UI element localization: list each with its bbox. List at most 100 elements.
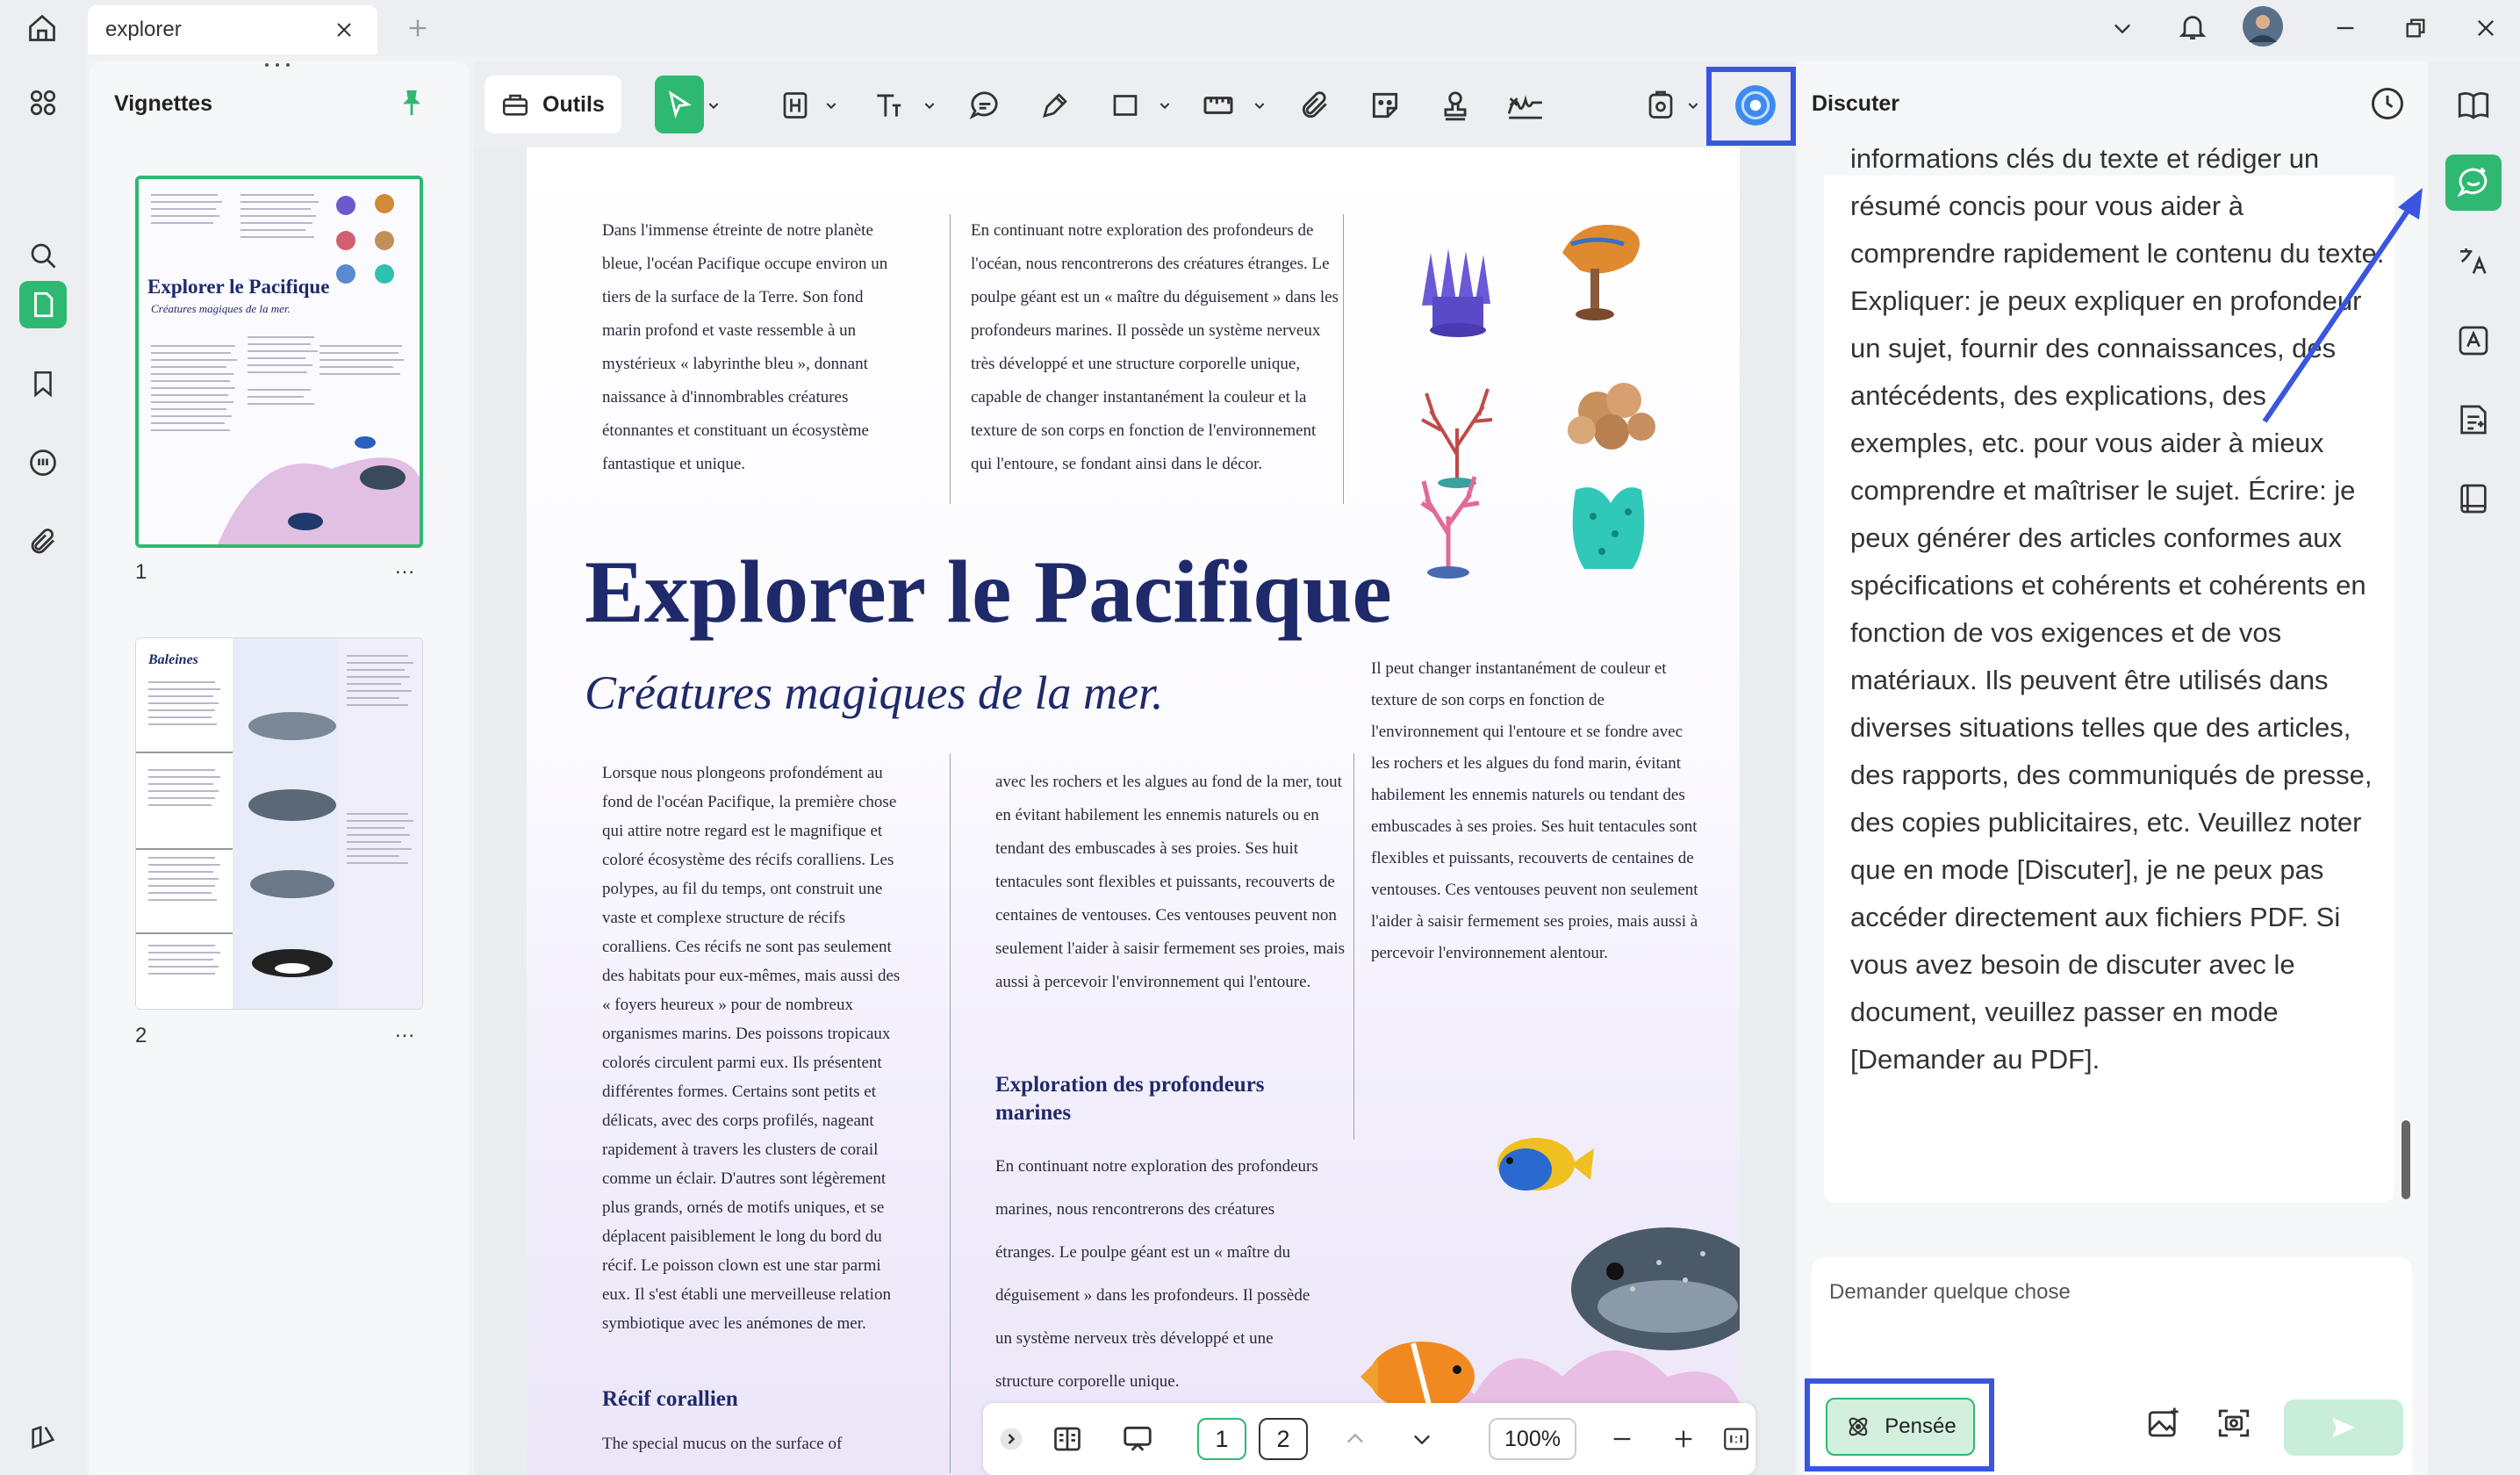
home-icon[interactable] [21,7,63,49]
thumb1-subtitle: Créatures magiques de la mer. [151,302,291,315]
page-navigation: 1 2 100% [983,1403,1755,1475]
tools-button[interactable]: Outils [485,76,621,133]
sticker-icon[interactable] [1359,81,1411,130]
heading-recif: Récif corallien [602,1387,738,1411]
recif-paragraph: The special mucus on the surface of [602,1435,843,1453]
screenshot-icon[interactable] [2215,1405,2252,1442]
think-button-highlight [1805,1378,1994,1471]
purple-anemone [1422,248,1490,337]
pen-icon[interactable] [1029,81,1081,130]
body-middle-paragraph: avec les rochers et les algues au fond d… [995,773,1346,991]
restore-icon[interactable] [2394,7,2437,49]
zoom-level[interactable]: 100% [1489,1418,1576,1460]
ai-assistant-highlight [1706,67,1796,146]
side-paragraph: Il peut changer instantanément de couleu… [1371,659,1698,962]
summary-icon[interactable] [2445,392,2502,448]
signature-icon[interactable] [1499,81,1552,130]
intro-left-paragraph: Dans l'immense étreinte de notre planète… [602,221,888,473]
thumbnails-title: Vignettes [114,91,213,116]
intro-right-paragraph: En continuant notre exploration des prof… [971,221,1339,473]
chevron-down-icon[interactable] [1248,81,1271,130]
chevron-down-icon[interactable] [820,81,843,130]
paperclip-icon[interactable] [1289,81,1341,130]
attachment-icon[interactable] [19,518,67,565]
brown-coral [1568,383,1655,450]
chat-ai-icon[interactable] [2445,155,2502,211]
puffer-fish [1571,1227,1740,1350]
image-icon[interactable] [2145,1405,2182,1442]
orange-coral [1562,225,1640,320]
teal-coral [1572,487,1645,569]
blue-yellow-fish [1497,1138,1594,1191]
document-subtitle: Créatures magiques de la mer. [585,666,1164,719]
close-icon[interactable] [323,9,365,51]
send-icon [2332,1417,2355,1438]
grammar-icon[interactable] [2445,313,2502,369]
book-icon[interactable] [2445,77,2502,133]
close-window-icon[interactable] [2465,7,2507,49]
rectangle-icon[interactable] [1099,81,1152,130]
heading-icon[interactable] [769,81,822,130]
thumb-page-number: 1 [135,560,147,584]
thumb1-title: Explorer le Pacifique [147,276,330,298]
translate-icon[interactable] [2445,234,2502,290]
column-divider [950,214,951,504]
select-arrow-icon[interactable] [655,76,704,133]
ruler-icon[interactable] [1192,81,1245,130]
collapse-nav-icon[interactable] [995,1418,1027,1460]
page-icon[interactable] [19,281,67,328]
annotation-arrow [2262,188,2423,423]
column-divider [1353,753,1354,1140]
presentation-icon[interactable] [1115,1418,1160,1460]
left-rail [0,56,86,1475]
chat-title: Discuter [1812,91,1900,116]
reader-icon[interactable] [2445,471,2502,527]
tab-label: explorer [105,18,182,41]
comment-icon[interactable] [19,439,67,486]
thumb-more-button[interactable]: ... [395,555,415,579]
text-icon[interactable] [862,81,915,130]
toolbox-icon [502,94,528,116]
chevron-down-icon[interactable] [2101,7,2143,49]
page-layout-icon[interactable] [1045,1418,1090,1460]
plus-icon[interactable] [397,7,439,49]
avatar[interactable] [2242,5,2284,47]
zoom-out-icon[interactable] [1601,1418,1643,1460]
thumb-more-button[interactable]: ... [395,1018,415,1043]
document-tab[interactable]: explorer [88,5,377,54]
grid-icon[interactable] [19,79,67,126]
stamp-icon[interactable] [1429,81,1482,130]
pink-coral [1420,476,1480,579]
thumbnail-page-2[interactable]: Baleines [135,637,423,1010]
page-1-button[interactable]: 1 [1197,1418,1246,1460]
thumbnail-panel: Vignettes Explorer le Pacifique Créature… [90,61,469,1475]
layers-icon[interactable] [19,1414,67,1461]
thumbnail-page-1[interactable]: Explorer le Pacifique Créatures magiques… [135,176,423,548]
chevron-down-icon[interactable] [702,81,725,130]
drag-handle[interactable] [262,61,293,68]
tools-label: Outils [542,91,605,117]
minimize-icon[interactable] [2324,7,2366,49]
column-divider [950,753,951,1473]
ocr-icon[interactable] [1634,81,1687,130]
chevron-down-icon[interactable] [918,81,941,130]
chevron-down-icon[interactable] [1682,81,1705,130]
chat-scrollbar[interactable] [2402,1120,2410,1199]
next-page-icon[interactable] [1401,1418,1443,1460]
red-sea-fan [1421,388,1493,488]
chevron-down-icon[interactable] [1153,81,1176,130]
page-2-button[interactable]: 2 [1259,1418,1308,1460]
bookmark-icon[interactable] [19,360,67,407]
send-button[interactable] [2284,1399,2403,1456]
pin-icon[interactable] [397,88,427,118]
thumb-page-number: 2 [135,1024,147,1047]
search-icon[interactable] [19,232,67,279]
title-bar: explorer [0,0,2520,56]
previous-page-icon[interactable] [1334,1418,1376,1460]
bell-icon[interactable] [2172,5,2214,47]
right-rail [2428,61,2520,1475]
comment-tool-icon[interactable] [958,81,1011,130]
history-icon[interactable] [2368,84,2407,123]
zoom-in-icon[interactable] [1662,1418,1705,1460]
actual-size-icon[interactable] [1717,1418,1755,1460]
